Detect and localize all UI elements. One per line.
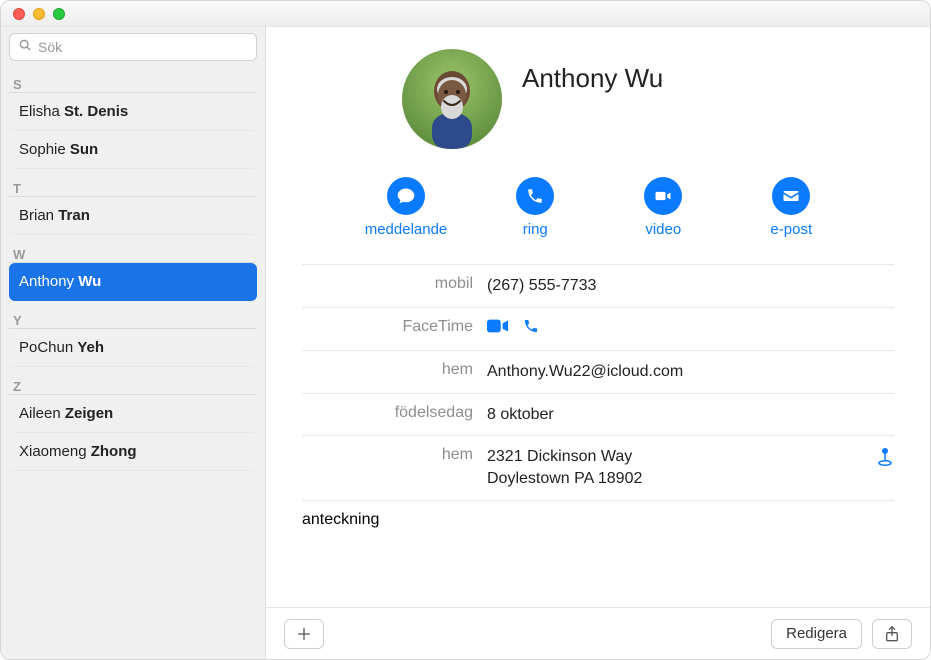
email-button[interactable]: e-post xyxy=(751,177,831,238)
value-mobile[interactable]: (267) 555-7733 xyxy=(487,275,894,297)
list-item[interactable]: Brian Tran xyxy=(9,197,257,235)
message-label: meddelande xyxy=(365,221,448,238)
map-pin-button[interactable] xyxy=(876,446,894,475)
label-birthday: födelsedag xyxy=(302,404,487,422)
search-field[interactable] xyxy=(9,33,257,61)
sidebar: SElisha St. DenisSophie SunTBrian TranWA… xyxy=(1,27,266,659)
contact-fields: mobil (267) 555-7733 FaceTime xyxy=(302,264,894,549)
window-body: SElisha St. DenisSophie SunTBrian TranWA… xyxy=(1,27,930,659)
value-home-address[interactable]: 2321 Dickinson Way Doylestown PA 18902 xyxy=(487,446,894,489)
value-birthday: 8 oktober xyxy=(487,404,894,426)
search-input[interactable] xyxy=(38,39,248,55)
video-label: video xyxy=(645,221,681,238)
address-line-1: 2321 Dickinson Way xyxy=(487,446,894,468)
field-facetime: FaceTime xyxy=(302,307,894,351)
contact-header: Anthony Wu xyxy=(402,49,894,149)
contact-first-name: Elisha xyxy=(19,103,64,120)
contact-first-name: Anthony xyxy=(19,273,78,290)
contacts-window: SElisha St. DenisSophie SunTBrian TranWA… xyxy=(0,0,931,660)
list-item[interactable]: Anthony Wu xyxy=(9,263,257,301)
field-note: anteckning xyxy=(302,500,894,549)
add-button[interactable] xyxy=(284,619,324,649)
contact-last-name: Tran xyxy=(58,207,90,224)
video-button[interactable]: video xyxy=(623,177,703,238)
edit-button[interactable]: Redigera xyxy=(771,619,862,649)
contact-first-name: Brian xyxy=(19,207,58,224)
section-letter: W xyxy=(9,235,257,263)
minimize-window-button[interactable] xyxy=(33,8,45,20)
contact-last-name: Yeh xyxy=(77,339,104,356)
label-home-address: hem xyxy=(302,446,487,464)
section-letter: Z xyxy=(9,367,257,395)
field-birthday: födelsedag 8 oktober xyxy=(302,393,894,436)
list-item[interactable]: Sophie Sun xyxy=(9,131,257,169)
label-home-email: hem xyxy=(302,361,487,379)
contact-last-name: Zhong xyxy=(91,443,137,460)
message-button[interactable]: meddelande xyxy=(365,177,448,238)
contact-name: Anthony Wu xyxy=(522,49,663,94)
field-mobile: mobil (267) 555-7733 xyxy=(302,264,894,307)
message-icon xyxy=(387,177,425,215)
contact-first-name: Sophie xyxy=(19,141,70,158)
list-item[interactable]: PoChun Yeh xyxy=(9,329,257,367)
contact-last-name: Wu xyxy=(78,273,101,290)
section-letter: S xyxy=(9,65,257,93)
contact-last-name: Zeigen xyxy=(65,405,113,422)
search-icon xyxy=(18,38,32,57)
phone-icon xyxy=(516,177,554,215)
label-note: anteckning xyxy=(302,511,379,529)
contact-first-name: Aileen xyxy=(19,405,65,422)
contact-last-name: Sun xyxy=(70,141,98,158)
close-window-button[interactable] xyxy=(13,8,25,20)
facetime-video-button[interactable] xyxy=(487,318,509,341)
avatar[interactable] xyxy=(402,49,502,149)
label-mobile: mobil xyxy=(302,275,487,293)
contact-last-name: St. Denis xyxy=(64,103,128,120)
call-button[interactable]: ring xyxy=(495,177,575,238)
email-label: e-post xyxy=(770,221,812,238)
call-label: ring xyxy=(523,221,548,238)
contact-first-name: PoChun xyxy=(19,339,77,356)
bottom-toolbar: Redigera xyxy=(266,607,930,659)
contact-detail: Anthony Wu meddelande ring xyxy=(266,27,930,659)
section-letter: T xyxy=(9,169,257,197)
share-button[interactable] xyxy=(872,619,912,649)
contact-first-name: Xiaomeng xyxy=(19,443,91,460)
contact-list[interactable]: SElisha St. DenisSophie SunTBrian TranWA… xyxy=(1,65,265,659)
label-facetime: FaceTime xyxy=(302,318,487,336)
action-bar: meddelande ring video xyxy=(302,177,894,238)
field-home-address: hem 2321 Dickinson Way Doylestown PA 189… xyxy=(302,435,894,499)
video-icon xyxy=(644,177,682,215)
list-item[interactable]: Xiaomeng Zhong xyxy=(9,433,257,471)
value-home-email[interactable]: Anthony.Wu22@icloud.com xyxy=(487,361,894,383)
address-line-2: Doylestown PA 18902 xyxy=(487,468,894,490)
list-item[interactable]: Aileen Zeigen xyxy=(9,395,257,433)
window-controls xyxy=(13,8,65,20)
facetime-audio-button[interactable] xyxy=(523,318,539,341)
field-home-email: hem Anthony.Wu22@icloud.com xyxy=(302,350,894,393)
mail-icon xyxy=(772,177,810,215)
list-item[interactable]: Elisha St. Denis xyxy=(9,93,257,131)
section-letter: Y xyxy=(9,301,257,329)
zoom-window-button[interactable] xyxy=(53,8,65,20)
titlebar xyxy=(1,1,930,27)
